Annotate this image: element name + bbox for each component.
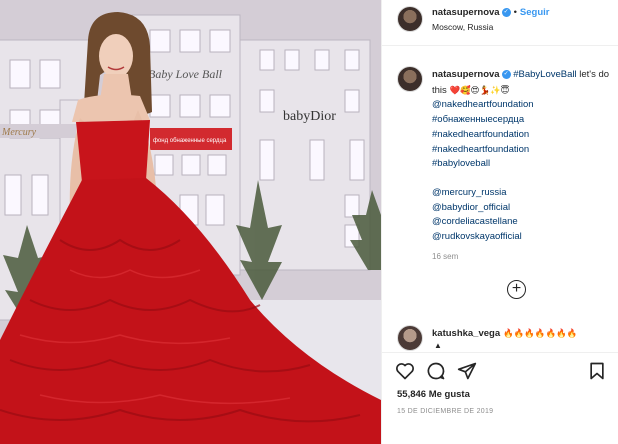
comment-more-indicator: ▲ [434, 341, 442, 350]
caption-hashtag[interactable]: @nakedheartfoundation [432, 98, 618, 113]
caption-timestamp[interactable]: 16 sem [432, 252, 458, 261]
author-avatar[interactable] [397, 6, 423, 32]
caption-mention[interactable]: @cordeliacastellane [432, 215, 618, 230]
post-photo[interactable]: Baby Love Ball babyDior фонд обнаженные … [0, 0, 381, 444]
follow-button[interactable]: Seguir [520, 7, 550, 18]
caption-first-line: natasupernova ✓ #BabyLoveBall let's do th… [432, 68, 618, 98]
post-date[interactable]: 15 DE DICIEMBRE DE 2019 [397, 408, 493, 415]
post-caption: natasupernova ✓ #BabyLoveBall let's do th… [432, 68, 618, 245]
post-actions-bar: 55,846 Me gusta 15 DE DICIEMBRE DE 2019 [382, 352, 618, 444]
caption-mention[interactable]: @rudkovskayaofficial [432, 230, 618, 245]
share-plane-icon[interactable] [457, 361, 477, 381]
author-line: natasupernova ✓ • Seguir [432, 7, 549, 18]
caption-hashtag[interactable]: #babyloveball [432, 157, 618, 172]
foundation-banner: фонд обнаженные сердца [153, 138, 227, 144]
author-username[interactable]: natasupernova [432, 7, 500, 18]
verified-badge-icon: ✓ [501, 69, 511, 79]
photo-scene: Baby Love Ball babyDior фонд обнаженные … [0, 0, 381, 444]
heart-icon[interactable] [395, 361, 415, 381]
likes-count[interactable]: 55,846 Me gusta [397, 389, 470, 400]
caption-mention[interactable]: @babydior_official [432, 201, 618, 216]
caption-hashtag[interactable]: #обнаженныесердца [432, 113, 618, 128]
caption-emojis: ❤️🥰😍💃✨😇 [449, 84, 510, 95]
baby-love-ball-sign: Baby Love Ball [148, 67, 223, 81]
comment-username[interactable]: katushka_vega [432, 328, 500, 339]
comment: katushka_vega 🔥🔥🔥🔥🔥🔥🔥 [432, 328, 577, 339]
caption-hashtag[interactable]: #nakedheartfoundation [432, 128, 618, 143]
hashtag-link[interactable]: #BabyLoveBall [513, 69, 576, 80]
separator-dot: • [513, 7, 517, 18]
caption-author-avatar[interactable] [397, 66, 423, 92]
plus-circle-icon[interactable]: + [507, 280, 526, 299]
bookmark-icon[interactable] [587, 361, 607, 381]
verified-badge-icon: ✓ [501, 7, 511, 17]
comment-bubble-icon[interactable] [426, 361, 446, 381]
dior-sign: babyDior [283, 109, 336, 124]
mercury-sign: Mercury [1, 127, 37, 138]
post-header: natasupernova ✓ • Seguir Moscow, Russia [382, 0, 618, 46]
commenter-avatar[interactable] [397, 325, 423, 351]
caption-mention[interactable]: @mercury_russia [432, 186, 618, 201]
post-side-panel: natasupernova ✓ • Seguir Moscow, Russia nat… [381, 0, 618, 444]
caption-username[interactable]: natasupernova [432, 69, 500, 80]
location-link[interactable]: Moscow, Russia [432, 22, 493, 32]
comment-text: 🔥🔥🔥🔥🔥🔥🔥 [503, 328, 578, 338]
caption-hashtag[interactable]: #nakedheartfoundation [432, 143, 618, 158]
